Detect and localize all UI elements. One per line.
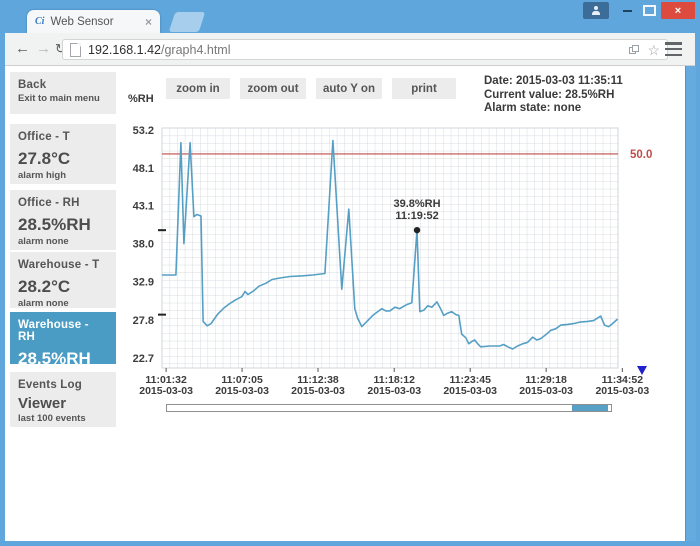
y-tick-label: 48.1 (133, 163, 154, 175)
page-content: Back Exit to main menu Office - T 27.8°C… (5, 66, 695, 541)
address-bar[interactable]: 192.168.1.42 /graph4.html ☆ (62, 39, 668, 60)
events-value: Viewer (18, 395, 108, 412)
chart-scrollbar-track[interactable] (166, 404, 612, 412)
tab-close-icon[interactable]: × (145, 16, 152, 28)
x-tick-date: 2015-03-03 (519, 385, 573, 397)
x-tick-date: 2015-03-03 (291, 385, 345, 397)
data-point-marker[interactable] (414, 227, 420, 233)
browser-toolbar: ← → ↻ 192.168.1.42 /graph4.html ☆ (5, 33, 695, 66)
status-date: Date: 2015-03-03 11:35:11 (484, 75, 689, 89)
annotation-value: 39.8%RH (393, 198, 440, 210)
sensor-value: 27.8°C (18, 149, 108, 169)
events-sublabel: last 100 events (18, 413, 108, 424)
events-title: Events Log (18, 379, 108, 391)
sensor-alarm: alarm high (18, 170, 108, 181)
url-host: 192.168.1.42 (88, 43, 161, 57)
x-tick-date: 2015-03-03 (443, 385, 497, 397)
desktop: Ci Web Sensor × × ← → ↻ 192.168.1.42 /gr… (0, 0, 700, 546)
y-tick-label: 53.2 (133, 125, 154, 137)
url-path: /graph4.html (161, 43, 230, 57)
sensor-value: 28.2°C (18, 277, 108, 297)
alarm-line-label: 50.0 (630, 149, 652, 161)
new-tab-button[interactable] (169, 12, 205, 32)
sensor-alarm: alarm none (18, 298, 108, 309)
bookmarks-icon[interactable] (629, 45, 638, 54)
tab-title: Web Sensor (50, 16, 113, 28)
maximize-icon (643, 5, 656, 16)
sensor-title: Warehouse - T (18, 259, 108, 271)
y-tick-label: 27.8 (133, 315, 154, 327)
chart-scrollbar-thumb[interactable] (572, 405, 608, 411)
y-tick-label: 43.1 (133, 201, 154, 213)
minimize-icon (623, 10, 632, 12)
annotation-time: 11:19:52 (395, 210, 438, 222)
profile-button[interactable] (583, 2, 609, 19)
x-tick-date: 2015-03-03 (367, 385, 421, 397)
back-icon[interactable]: ← (15, 40, 30, 58)
sensor-alarm: alarm none (18, 236, 108, 247)
sensor-title: Office - T (18, 131, 108, 143)
sidebar-item-office-t[interactable]: Office - T 27.8°C alarm high (10, 124, 116, 184)
sidebar-item-warehouse-t[interactable]: Warehouse - T 28.2°C alarm none (10, 252, 116, 308)
minimize-button[interactable] (617, 2, 637, 19)
page-icon (70, 43, 81, 57)
y-tick-label: 32.9 (133, 277, 154, 289)
back-label: Back (18, 79, 108, 91)
maximize-button[interactable] (639, 2, 659, 19)
menu-icon[interactable] (665, 42, 682, 56)
sensor-value: 28.5%RH (18, 349, 108, 369)
x-tick-date: 2015-03-03 (139, 385, 193, 397)
site-favicon-icon: Ci (35, 16, 44, 27)
back-sublabel: Exit to main menu (18, 93, 108, 104)
y-tick-label: 38.0 (133, 239, 154, 251)
x-tick-date: 2015-03-03 (215, 385, 269, 397)
sensor-title: Warehouse - RH (18, 319, 108, 343)
sidebar-item-warehouse-rh[interactable]: Warehouse - RH 28.5%RH alarm none (10, 312, 116, 364)
window-controls: × (583, 2, 695, 19)
page-scrollbar[interactable] (685, 66, 696, 541)
window-titlebar: Ci Web Sensor × × (0, 0, 700, 33)
browser-tab[interactable]: Ci Web Sensor × (27, 10, 160, 33)
sidebar-item-back[interactable]: Back Exit to main menu (10, 72, 116, 114)
forward-icon[interactable]: → (36, 40, 51, 58)
sensor-title: Office - RH (18, 197, 108, 209)
sidebar-item-office-rh[interactable]: Office - RH 28.5%RH alarm none (10, 190, 116, 250)
sensor-value: 28.5%RH (18, 215, 108, 235)
sidebar-item-events-log[interactable]: Events Log Viewer last 100 events (10, 372, 116, 427)
star-icon[interactable]: ☆ (647, 43, 660, 57)
chart-area[interactable]: 53.248.143.138.032.927.822.711:01:322015… (120, 90, 686, 406)
y-tick-label: 22.7 (133, 353, 154, 365)
x-tick-date: 2015-03-03 (595, 385, 649, 397)
person-icon (591, 6, 601, 15)
close-button[interactable]: × (661, 2, 695, 19)
